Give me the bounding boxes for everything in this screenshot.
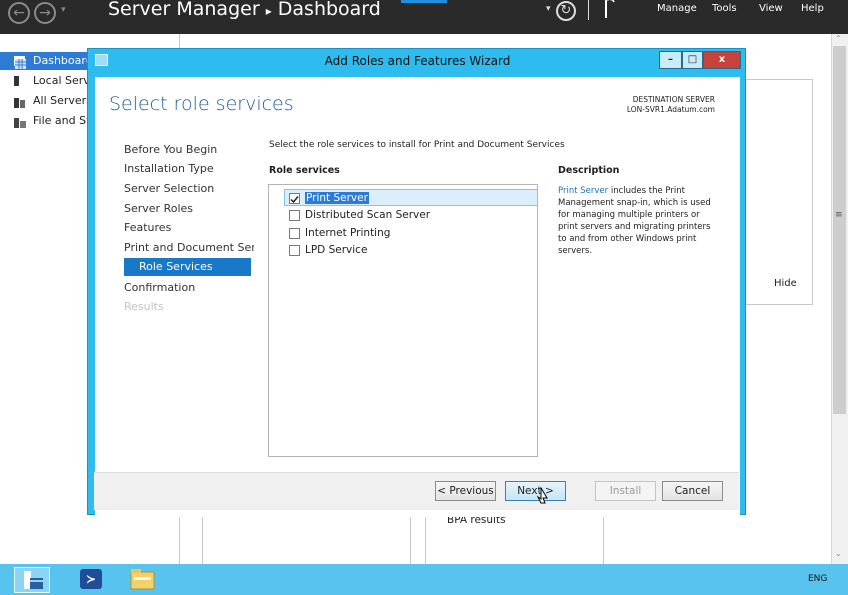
breadcrumb-separator: ▸	[265, 4, 272, 18]
close-button[interactable]: x	[703, 51, 741, 69]
wizard-title: Add Roles and Features Wizard	[324, 54, 511, 68]
menu-view[interactable]: View	[759, 3, 783, 14]
description-body: includes the Print Management snap-in, w…	[558, 186, 711, 256]
server-icon	[14, 76, 19, 86]
page-title: Select role services	[109, 93, 294, 115]
mouse-cursor-icon	[536, 486, 550, 509]
role-service-distributed-scan[interactable]: Distributed Scan Server	[305, 209, 430, 221]
language-indicator[interactable]: ENG	[808, 574, 827, 584]
step-before-you-begin[interactable]: Before You Begin	[124, 141, 254, 159]
breadcrumb: Server Manager ▸ Dashboard	[108, 0, 381, 20]
powershell-icon[interactable]: ≻	[80, 569, 102, 589]
app-title: Server Manager	[108, 0, 260, 20]
tile-border	[741, 79, 813, 80]
tile-border	[202, 515, 203, 564]
breadcrumb-current: Dashboard	[277, 0, 381, 20]
previous-button[interactable]: < Previous	[435, 481, 496, 501]
sidebar-item-label: All Servers	[33, 94, 92, 107]
internet-printing-checkbox[interactable]	[289, 228, 300, 239]
dashboard-icon	[14, 56, 26, 69]
minimize-button[interactable]: –	[659, 51, 682, 69]
destination-server: LON-SVR1.Adatum.com	[626, 105, 715, 114]
server-manager-header: ← → ▾ Server Manager ▸ Dashboard ▾ ↻ Man…	[0, 0, 848, 34]
role-service-internet-printing[interactable]: Internet Printing	[305, 227, 390, 239]
toolbar-divider	[588, 0, 589, 20]
flag-icon[interactable]	[604, 0, 616, 18]
history-dropdown-icon[interactable]: ▾	[61, 5, 66, 15]
menu-manage[interactable]: Manage	[657, 3, 697, 14]
distributed-scan-checkbox[interactable]	[289, 210, 300, 221]
tile-border	[410, 515, 411, 564]
instruction-text: Select the role services to install for …	[269, 140, 565, 150]
step-role-services[interactable]: Role Services	[124, 258, 251, 276]
step-server-roles[interactable]: Server Roles	[124, 200, 254, 218]
sidebar-item-label: Dashboard	[33, 54, 93, 67]
scroll-up-icon[interactable]: ⌃	[835, 34, 842, 43]
step-results: Results	[124, 300, 164, 313]
menu-tools[interactable]: Tools	[712, 3, 737, 14]
destination-label: DESTINATION SERVER	[632, 95, 715, 104]
role-services-list	[268, 184, 538, 457]
install-button: Install	[595, 481, 656, 501]
tile-border	[425, 515, 426, 564]
step-confirmation[interactable]: Confirmation	[124, 279, 254, 297]
file-explorer-icon[interactable]	[130, 568, 155, 590]
grip-icon: ≡	[835, 210, 843, 220]
role-service-lpd[interactable]: LPD Service	[305, 244, 367, 256]
forward-arrow-icon[interactable]: →	[34, 2, 56, 24]
scrollbar-thumb[interactable]	[833, 46, 846, 414]
tile-border	[603, 515, 604, 564]
refresh-dropdown-icon[interactable]: ▾	[546, 4, 551, 14]
menu-help[interactable]: Help	[801, 3, 824, 14]
step-server-selection[interactable]: Server Selection	[124, 180, 254, 198]
maximize-button[interactable]: □	[682, 51, 703, 69]
print-server-checkbox[interactable]	[289, 193, 300, 204]
role-service-print-server[interactable]: Print Server	[305, 192, 369, 204]
step-print-document-services[interactable]: Print and Document Servi...	[124, 239, 254, 257]
step-installation-type[interactable]: Installation Type	[124, 160, 254, 178]
scroll-down-icon[interactable]: ⌄	[835, 549, 842, 558]
lpd-service-checkbox[interactable]	[289, 245, 300, 256]
step-features[interactable]: Features	[124, 219, 254, 237]
tile-border	[812, 79, 813, 304]
servers-icon	[14, 96, 25, 108]
refresh-icon[interactable]: ↻	[556, 1, 576, 21]
tile-border	[741, 304, 813, 305]
taskbar: ≻ ENG	[0, 564, 848, 595]
server-manager-icon[interactable]	[14, 567, 50, 593]
description-header: Description	[558, 165, 620, 176]
destination-server-info: DESTINATION SERVER LON-SVR1.Adatum.com	[560, 95, 715, 115]
back-arrow-icon[interactable]: ←	[8, 2, 30, 24]
role-services-header: Role services	[269, 165, 340, 176]
description-text: Print Server includes the Print Manageme…	[558, 185, 718, 257]
hide-link[interactable]: Hide	[774, 278, 797, 289]
notification-indicator	[401, 0, 447, 3]
storage-icon	[14, 116, 26, 128]
vertical-scrollbar[interactable]: ⌃ ≡ ⌄	[831, 34, 848, 564]
description-link[interactable]: Print Server	[558, 186, 608, 196]
cancel-button[interactable]: Cancel	[662, 481, 723, 501]
